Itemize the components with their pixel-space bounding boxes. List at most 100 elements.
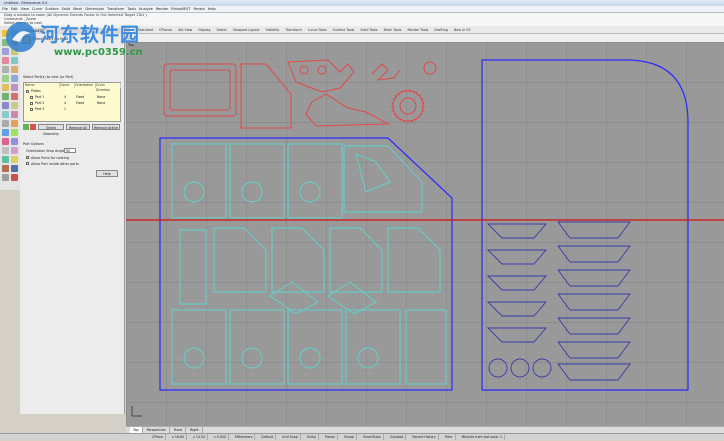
menu-file[interactable]: File <box>2 6 8 12</box>
tree-checkbox[interactable] <box>30 102 33 105</box>
tree-row[interactable]: Plates <box>24 89 120 94</box>
tree-checkbox[interactable] <box>30 108 33 111</box>
parts-tree[interactable]: Name Count Orientation Grain Direction P… <box>23 82 121 122</box>
tab-solid-tools[interactable]: Solid Tools <box>358 26 379 33</box>
menu-rhinonest[interactable]: RhinoNEST <box>171 6 190 12</box>
menu-curve[interactable]: Curve <box>32 6 42 12</box>
layer-tool-icon[interactable] <box>11 156 18 163</box>
status-ortho[interactable]: Ortho <box>305 434 319 440</box>
status-gumball[interactable]: Gumball <box>388 434 407 440</box>
tree-row[interactable]: Part 2 4 Fixed None <box>24 101 120 106</box>
menu-tools[interactable]: Tools <box>127 6 136 12</box>
select-geometry-button[interactable]: Select Geometry <box>38 124 64 136</box>
menu-mesh[interactable]: Mesh <box>73 6 82 12</box>
rectangle-tool-icon[interactable] <box>2 66 9 73</box>
menu-surface[interactable]: Surface <box>45 6 58 12</box>
status-filter[interactable]: Filter <box>443 434 456 440</box>
status-osnap[interactable]: Osnap <box>342 434 358 440</box>
tree-row-count[interactable]: 1 <box>64 107 66 112</box>
tab-select[interactable]: Select <box>215 26 229 33</box>
remove-active-button[interactable]: Remove Active <box>92 124 120 130</box>
solid-tool-icon[interactable] <box>2 84 9 91</box>
tree-row-grain[interactable]: None <box>97 95 105 100</box>
text-tool-icon[interactable] <box>2 75 9 82</box>
rotate-tool-icon[interactable] <box>2 129 9 136</box>
col-name[interactable]: Name <box>24 83 60 88</box>
menu-analyze[interactable]: Analyze <box>139 6 153 12</box>
tree-row-grain[interactable]: None <box>97 101 105 106</box>
tab-new-in-v5[interactable]: New in V5 <box>452 26 473 33</box>
surface-tool-icon[interactable] <box>11 75 18 82</box>
delete-tool-icon[interactable] <box>11 174 18 181</box>
dimension-tool-icon[interactable] <box>2 147 9 154</box>
mirror-tool-icon[interactable] <box>2 138 9 145</box>
scale-tool-icon[interactable] <box>11 129 18 136</box>
help-button[interactable]: Help <box>96 170 118 177</box>
add-icon[interactable] <box>23 124 29 130</box>
tab-surface-tools[interactable]: Surface Tools <box>331 26 357 33</box>
col-grain[interactable]: Grain Direction <box>95 83 121 92</box>
status-units: Millimeters <box>233 434 256 440</box>
split-tool-icon[interactable] <box>2 111 9 118</box>
mirror-checkbox[interactable] <box>26 156 29 159</box>
array-tool-icon[interactable] <box>11 138 18 145</box>
col-orientation[interactable]: Orientation <box>74 83 96 88</box>
mesh-tool-icon[interactable] <box>11 84 18 91</box>
orientation-step-input[interactable]: 90 <box>64 148 76 153</box>
menu-edit[interactable]: Edit <box>11 6 18 12</box>
render-tool-icon[interactable] <box>2 156 9 163</box>
viewport-canvas[interactable] <box>126 42 724 426</box>
menu-view[interactable]: View <box>21 6 29 12</box>
watermark-logo-icon <box>6 22 36 52</box>
col-count[interactable]: Count <box>59 83 75 88</box>
remove-all-button[interactable]: Remove All <box>66 124 90 130</box>
tab-drafting[interactable]: Drafting <box>432 26 449 33</box>
tab-render-tools[interactable]: Render Tools <box>405 26 430 33</box>
extrude-tool-icon[interactable] <box>2 93 9 100</box>
orientation-step-label: Orientation Step Angle <box>26 149 65 153</box>
menu-dimension[interactable]: Dimension <box>85 6 104 12</box>
tab-visibility[interactable]: Visibility <box>264 26 282 33</box>
trim-tool-icon[interactable] <box>11 102 18 109</box>
top-viewport[interactable]: Top <box>126 42 724 426</box>
move-tool-icon[interactable] <box>2 120 9 127</box>
status-smarttrack[interactable]: SmartTrack <box>361 434 385 440</box>
tree-row-count[interactable]: 4 <box>64 101 66 106</box>
analyze-tool-icon[interactable] <box>11 147 18 154</box>
join-tool-icon[interactable] <box>11 111 18 118</box>
status-layer[interactable]: Default <box>259 434 277 440</box>
status-bar: CPlane x 18.84 y 14.54 z 0.000 Millimete… <box>0 433 724 440</box>
menu-help[interactable]: Help <box>208 6 216 12</box>
menu-transform[interactable]: Transform <box>107 6 124 12</box>
watermark: 河东软件园 www.pc0359.cn <box>0 16 210 66</box>
tree-row-name: Part 3 <box>35 107 45 111</box>
tree-row-orientation[interactable]: Fixed <box>76 95 84 100</box>
menu-render[interactable]: Render <box>156 6 168 12</box>
fillet-tool-icon[interactable] <box>2 102 9 109</box>
nest-tool-icon[interactable] <box>11 165 18 172</box>
tab-viewport-layout[interactable]: Viewport Layout <box>231 26 262 33</box>
copy-tool-icon[interactable] <box>11 120 18 127</box>
status-grid-snap[interactable]: Grid Snap <box>280 434 301 440</box>
menu-panels[interactable]: Panels <box>193 6 204 12</box>
tab-curve-tools[interactable]: Curve Tools <box>306 26 329 33</box>
status-planar[interactable]: Planar <box>323 434 338 440</box>
remove-icon[interactable] <box>30 124 36 130</box>
tab-transform[interactable]: Transform <box>283 26 303 33</box>
tree-checkbox[interactable] <box>30 96 33 99</box>
polygon-tool-icon[interactable] <box>11 66 18 73</box>
inside-option-label: Allow Part inside other parts <box>31 162 79 166</box>
tree-row-count[interactable]: 4 <box>64 95 66 100</box>
tree-row-orientation[interactable]: Fixed <box>76 101 84 106</box>
status-record-history[interactable]: Record History <box>410 434 439 440</box>
properties-tool-icon[interactable] <box>2 165 9 172</box>
tree-checkbox[interactable] <box>26 90 29 93</box>
tree-row[interactable]: Part 1 4 Fixed None <box>24 95 120 100</box>
tab-mesh-tools[interactable]: Mesh Tools <box>382 26 404 33</box>
inside-checkbox[interactable] <box>26 162 29 165</box>
tree-row[interactable]: Part 3 1 <box>24 107 120 112</box>
menu-solid[interactable]: Solid <box>62 6 71 12</box>
status-cplane: CPlane <box>150 434 166 440</box>
options-tool-icon[interactable] <box>2 174 9 181</box>
boolean-tool-icon[interactable] <box>11 93 18 100</box>
